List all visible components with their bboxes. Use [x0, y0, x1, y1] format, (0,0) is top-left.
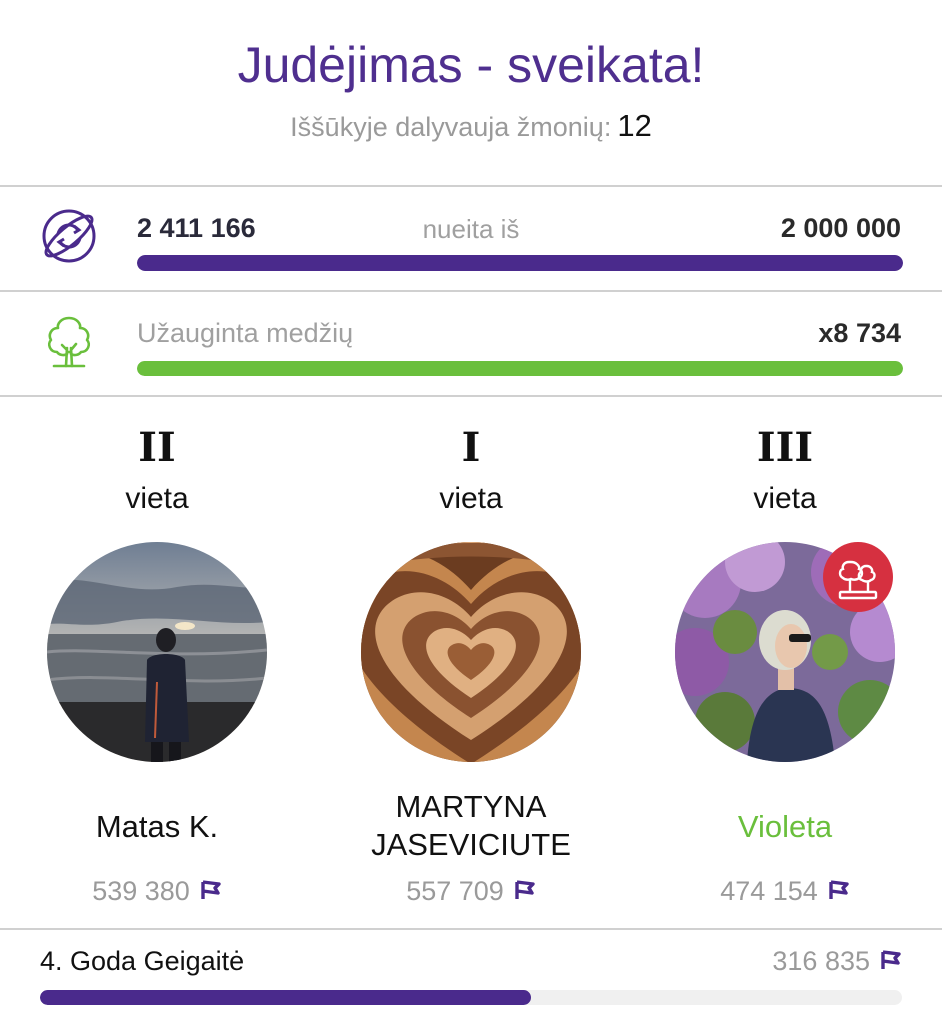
podium-third-place[interactable]: III vieta Violeta 474 154	[628, 398, 942, 928]
rank-word: vieta	[439, 482, 503, 515]
distance-progress-bar	[137, 255, 903, 271]
player-score-line: 474 154	[628, 876, 942, 908]
participants-label: Iššūkyje dalyvauja žmonių:	[290, 112, 612, 142]
trees-progress-fill	[137, 361, 903, 376]
avatar[interactable]	[47, 542, 267, 762]
list-item-score-line: 316 835	[772, 946, 902, 978]
player-score-line: 557 709	[314, 876, 628, 908]
divider	[0, 395, 942, 397]
player-name: Matas K.	[95, 809, 219, 844]
trees-progress-bar	[137, 361, 903, 376]
rank-numeral: I	[461, 424, 481, 471]
rank-word: vieta	[753, 482, 817, 515]
player-name: MARTYNA JASEVICIUTE	[371, 789, 571, 862]
player-score: 474 154	[720, 876, 818, 906]
player-name: Violeta	[737, 809, 833, 844]
list-item-progress-bar	[40, 990, 902, 1005]
rank-word: vieta	[125, 482, 189, 515]
list-item[interactable]: 4. Goda Geigaitė 316 835	[0, 930, 942, 1024]
list-item-progress-fill	[40, 990, 532, 1005]
tree-icon	[40, 312, 98, 375]
flag-icon	[514, 877, 536, 908]
podium-first-place[interactable]: I vieta MARTYNA JASEVICIUTE 557 709	[314, 398, 628, 928]
trees-row: Užauginta medžių x8 734	[0, 292, 942, 395]
distance-goal: 2 000 000	[780, 213, 901, 243]
challenge-header: Judėjimas - sveikata! Iššūkyje dalyvauja…	[0, 0, 942, 185]
rank-numeral: II	[138, 424, 176, 471]
avatar[interactable]	[361, 542, 581, 762]
distance-progress-fill	[137, 255, 903, 271]
list-item-name: 4. Goda Geigaitė	[40, 946, 245, 976]
podium-second-place[interactable]: II vieta Matas K. 539 380	[0, 398, 314, 928]
participants-count: 12	[617, 108, 652, 143]
trees-badge-icon	[823, 542, 893, 612]
challenge-title: Judėjimas - sveikata!	[237, 37, 705, 93]
rank-numeral: III	[756, 424, 814, 471]
list-item-score: 316 835	[772, 946, 870, 976]
participants-line: Iššūkyje dalyvauja žmonių: 12	[0, 108, 942, 144]
distance-row: 2 411 166 nueita iš 2 000 000	[0, 187, 942, 290]
podium: II vieta Matas K. 539 380 I vieta MARTYN…	[0, 398, 942, 928]
trees-value: x8 734	[818, 318, 901, 348]
trees-label: Užauginta medžių	[137, 318, 354, 348]
player-score: 539 380	[92, 876, 190, 906]
flag-icon	[880, 947, 902, 978]
flag-icon	[828, 877, 850, 908]
player-score: 557 709	[406, 876, 504, 906]
flag-icon	[200, 877, 222, 908]
player-score-line: 539 380	[0, 876, 314, 908]
